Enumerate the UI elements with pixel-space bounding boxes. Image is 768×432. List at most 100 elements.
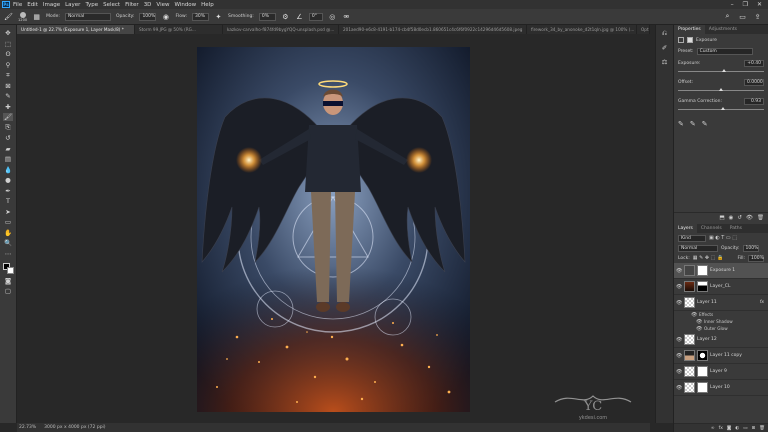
smoothing-field[interactable]: 0% — [258, 12, 276, 21]
dodge-tool-icon[interactable]: ● — [3, 176, 13, 184]
layer-opacity-field[interactable]: 100% — [742, 244, 759, 252]
move-tool-icon[interactable]: ✥ — [3, 29, 13, 37]
layer-row-layer-12[interactable]: 👁 Layer 12 — [674, 332, 768, 348]
brush-preset-picker[interactable]: 1200 — [18, 11, 27, 22]
menu-3d[interactable]: 3D — [144, 2, 152, 8]
tab-layers[interactable]: Layers — [674, 224, 697, 233]
eraser-tool-icon[interactable]: ▰ — [3, 145, 13, 153]
quick-select-tool-icon[interactable]: ⚲ — [3, 61, 13, 69]
fill-field[interactable]: 100% — [748, 254, 764, 262]
menu-type[interactable]: Type — [85, 2, 98, 8]
visibility-eye-icon[interactable]: 👁 — [676, 300, 682, 306]
fx-badge[interactable]: fx — [760, 300, 764, 305]
lock-icons[interactable]: ▦ ✎ ✥ ⬚ 🔒 — [693, 255, 723, 261]
menu-edit[interactable]: Edit — [27, 2, 38, 8]
layer-name[interactable]: Layer 10 — [710, 385, 730, 390]
layer-name[interactable]: Layer 12 — [697, 337, 717, 342]
zoom-tool-icon[interactable]: 🔍 — [3, 239, 13, 247]
mask-thumbnail[interactable] — [697, 366, 708, 377]
view-previous-icon[interactable]: ◉ — [729, 215, 734, 221]
layer-name[interactable]: Exposure 1 — [710, 268, 735, 273]
pressure-size-icon[interactable]: ◎ — [328, 12, 337, 21]
background-color[interactable] — [6, 267, 14, 274]
flow-field[interactable]: 30% — [191, 12, 209, 21]
visibility-eye-icon[interactable]: 👁 — [676, 268, 682, 274]
link-layers-icon[interactable]: ∞ — [711, 426, 715, 431]
layer-name[interactable]: Layer 9 — [710, 369, 727, 374]
layer-name[interactable]: Layer 11 — [697, 300, 717, 305]
layer-row-layer-11[interactable]: 👁 Layer 11 fx — [674, 295, 768, 311]
restore-button[interactable]: ❐ — [743, 1, 748, 8]
menu-image[interactable]: Image — [43, 2, 60, 8]
menu-help[interactable]: Help — [201, 2, 214, 8]
layer-row-layer-9[interactable]: 👁 Layer 9 — [674, 364, 768, 380]
layer-row-layer-11-copy[interactable]: 👁 Layer 11 copy — [674, 348, 768, 364]
hand-tool-icon[interactable]: ✋ — [3, 229, 13, 237]
gear-icon[interactable]: ⚙ — [281, 12, 290, 21]
tab-firework[interactable]: firework_34_by_anonoke_d2t1qln.jpg @ 100… — [527, 25, 637, 34]
visibility-eye-icon[interactable]: 👁 — [696, 326, 702, 332]
kind-filter-select[interactable]: Kind — [678, 234, 706, 242]
mask-thumbnail[interactable] — [697, 350, 708, 361]
visibility-icon[interactable]: 👁 — [746, 215, 753, 221]
brush-tool-icon[interactable]: 🖌 — [4, 12, 13, 21]
history-brush-tool-icon[interactable]: ↺ — [3, 134, 13, 142]
eyedropper-tool-icon[interactable]: ✎ — [3, 92, 13, 100]
workspace-icon[interactable]: ▭ — [738, 12, 747, 21]
clip-to-layer-icon[interactable]: ⬒ — [719, 215, 724, 221]
symmetry-icon[interactable]: ⚮ — [342, 12, 351, 21]
artwork-image[interactable] — [197, 47, 470, 412]
share-icon[interactable]: ⇪ — [753, 12, 762, 21]
marquee-tool-icon[interactable]: ⬚ — [3, 40, 13, 48]
new-layer-icon[interactable]: ⊞ — [752, 426, 756, 431]
visibility-eye-icon[interactable]: 👁 — [691, 312, 697, 318]
tab-untitled-1[interactable]: Untitled-1 @ 22.7% (Exposure 1, Layer Ma… — [17, 25, 135, 34]
tab-channels[interactable]: Channels — [697, 224, 726, 233]
offset-slider-knob[interactable] — [719, 88, 723, 91]
delete-layer-icon[interactable]: 🗑 — [759, 426, 765, 431]
quick-mask-icon[interactable]: ◙ — [3, 277, 13, 285]
gamma-field[interactable]: 0.93 — [744, 97, 764, 105]
tab-paths[interactable]: Paths — [726, 224, 746, 233]
brush-settings-icon[interactable]: ▦ — [32, 12, 41, 21]
angle-field[interactable]: 0° — [308, 12, 323, 21]
add-mask-icon[interactable]: ◙ — [727, 426, 731, 431]
screen-mode-icon[interactable]: ▢ — [3, 287, 13, 295]
menu-view[interactable]: View — [156, 2, 169, 8]
reset-icon[interactable]: ↺ — [737, 215, 742, 221]
lasso-tool-icon[interactable]: ʘ — [3, 50, 13, 58]
menu-layer[interactable]: Layer — [65, 2, 80, 8]
history-icon[interactable]: ⎌ — [662, 29, 667, 38]
healing-tool-icon[interactable]: ✚ — [3, 103, 13, 111]
gamma-slider[interactable] — [678, 107, 764, 110]
offset-field[interactable]: 0.0000 — [744, 78, 764, 86]
zoom-level[interactable]: 22.73% — [19, 425, 36, 430]
menu-select[interactable]: Select — [103, 2, 120, 8]
exposure-slider[interactable] — [678, 69, 764, 72]
frame-tool-icon[interactable]: ⊠ — [3, 82, 13, 90]
effect-inner-shadow[interactable]: 👁 Inner Shadow — [674, 318, 768, 325]
brush-tool-icon[interactable]: 🖌 — [3, 113, 13, 121]
pressure-opacity-icon[interactable]: ◉ — [161, 12, 170, 21]
color-swatches[interactable] — [2, 263, 14, 274]
layer-row-exposure-1[interactable]: 👁 Exposure 1 — [674, 263, 768, 279]
tab-opti[interactable]: Opti — [637, 25, 650, 34]
search-icon[interactable]: ⌕ — [723, 12, 732, 21]
visibility-eye-icon[interactable]: 👁 — [676, 369, 682, 375]
effects-row[interactable]: 👁 Effects — [674, 311, 768, 318]
tab-adjustments[interactable]: Adjustments — [705, 25, 741, 34]
mask-thumbnail[interactable] — [697, 281, 708, 292]
minimize-button[interactable]: – — [731, 1, 734, 8]
blend-mode-select[interactable]: Normal — [678, 244, 718, 252]
offset-slider[interactable] — [678, 88, 764, 91]
mask-thumbnail[interactable] — [697, 382, 708, 393]
gradient-tool-icon[interactable]: ▤ — [3, 155, 13, 163]
effect-outer-glow[interactable]: 👁 Outer Glow — [674, 325, 768, 332]
mask-icon[interactable] — [687, 37, 693, 43]
add-style-icon[interactable]: fx — [719, 426, 723, 431]
visibility-eye-icon[interactable]: 👁 — [676, 385, 682, 391]
menu-file[interactable]: File — [13, 2, 22, 8]
tab-storm[interactable]: Storm 99.JPG @ 50% (RG... — [135, 25, 223, 34]
visibility-eye-icon[interactable]: 👁 — [696, 319, 702, 325]
gray-point-eyedropper-icon[interactable]: ✎ — [690, 120, 696, 128]
